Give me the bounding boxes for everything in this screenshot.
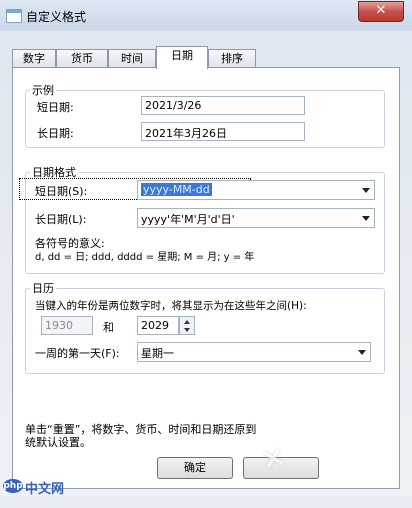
short-date-label: 短日期(S): <box>35 185 88 198</box>
first-day-label: 一周的第一天(F): <box>35 347 120 360</box>
watermark-site-name: 中文网 <box>25 482 65 497</box>
tab-time[interactable]: 时间 <box>108 49 156 68</box>
example-long-label: 长日期: <box>37 127 74 140</box>
window-icon <box>6 9 22 23</box>
tab-currency[interactable]: 货币 <box>56 49 108 68</box>
php-logo: php <box>3 479 23 493</box>
title-bar[interactable]: 自定义格式 ✕ <box>0 0 412 30</box>
year-from-field: 1930 <box>41 316 93 335</box>
tab-sort[interactable]: 排序 <box>208 49 256 68</box>
tab-number[interactable]: 数字 <box>12 49 56 68</box>
chevron-down-icon[interactable] <box>362 216 370 221</box>
example-short-label: 短日期: <box>37 101 74 114</box>
year-to-field[interactable]: 2029 <box>137 316 179 335</box>
window-title: 自定义格式 <box>26 10 87 24</box>
chevron-down-icon[interactable] <box>362 188 370 193</box>
tab-date[interactable]: 日期 <box>156 46 208 69</box>
long-date-combo[interactable]: yyyy'年'M'月'd'日' <box>137 208 375 228</box>
close-button[interactable]: ✕ <box>358 1 404 22</box>
symbol-meaning-text: d, dd = 日; ddd, dddd = 星期; M = 月; y = 年 <box>35 252 255 263</box>
spin-up-icon[interactable] <box>184 320 190 324</box>
first-day-combo[interactable]: 星期一 <box>137 342 371 362</box>
long-date-value: yyyy'年'M'月'd'日' <box>141 213 235 226</box>
calendar-group-title: 日历 <box>32 282 54 295</box>
custom-format-dialog: 自定义格式 ✕ 数字 货币 时间 日期 排序 示例 短日期: 2021/3/26… <box>0 0 412 497</box>
first-day-value: 星期一 <box>141 347 174 360</box>
example-long-value: 2021年3月26日 <box>141 122 305 141</box>
chevron-down-icon[interactable] <box>358 350 366 355</box>
ok-button[interactable]: 确定 <box>157 457 233 479</box>
short-date-combo[interactable]: yyyy-MM-dd <box>137 180 375 200</box>
year-spinner[interactable] <box>179 316 195 335</box>
short-date-selected-text: yyyy-MM-dd <box>141 183 212 196</box>
example-short-value: 2021/3/26 <box>141 96 305 115</box>
long-date-label: 长日期(L): <box>35 213 87 226</box>
and-label: 和 <box>103 321 114 334</box>
two-digit-year-desc: 当键入的年份是两位数字时，将其显示为在这些年之间(H): <box>35 300 307 312</box>
reset-note-line2: 统默认设置。 <box>25 436 91 449</box>
example-group-title: 示例 <box>32 84 54 97</box>
spin-down-icon[interactable] <box>184 328 190 332</box>
